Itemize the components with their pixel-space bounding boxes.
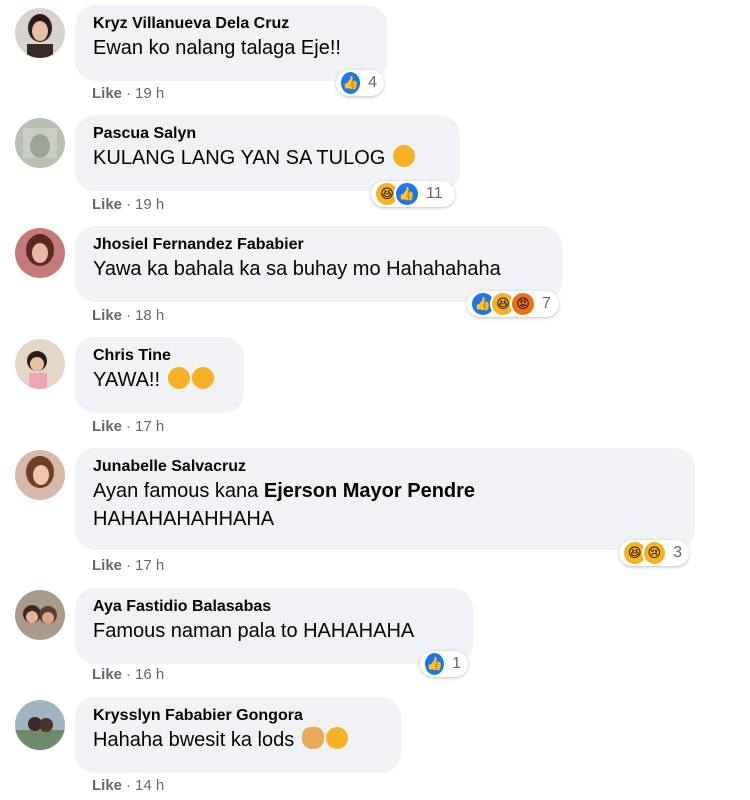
comment-text: Famous naman pala to HAHAHAHA [93,620,415,642]
comment-bubble: Aya Fastidio Balasabas Famous naman pala… [75,588,473,664]
comment-meta: Like · 17 h [92,557,164,574]
comment-text: Hahaha bwesit ka lods [93,726,383,754]
like-link[interactable]: Like [92,777,122,794]
comment-text-line2: HAHAHAHAHHAHA [93,508,275,530]
rolling-on-floor-laughing-icon [167,367,190,389]
comment-meta: Like · 19 h [92,85,164,102]
avatar[interactable] [15,590,65,640]
angry-face-icon: 😡 [510,291,536,317]
comment-author[interactable]: Jhosiel Fernandez Fababier [93,235,544,255]
reaction-count: 11 [426,185,443,202]
avatar[interactable] [15,339,65,389]
comment-text: Ayan famous kana Ejerson Mayor Pendre [93,477,677,505]
timestamp[interactable]: 17 h [135,557,164,574]
thumbs-up-icon: 👍 [394,181,420,207]
comment-meta: Like · 17 h [92,418,164,435]
separator: · [126,85,132,102]
like-link[interactable]: Like [92,307,122,324]
comment-bubble: Krysslyn Fababier Gongora Hahaha bwesit … [75,697,401,773]
comment-meta: Like · 14 h [92,777,164,794]
comment-author[interactable]: Junabelle Salvacruz [93,457,677,477]
reaction-summary[interactable]: 😆 👍 11 [371,181,455,207]
rolling-on-floor-laughing-icon [325,727,348,749]
timestamp[interactable]: 18 h [135,307,164,324]
timestamp[interactable]: 14 h [135,777,164,794]
like-link[interactable]: Like [92,85,122,102]
timestamp[interactable]: 17 h [135,418,164,435]
reaction-count: 3 [673,544,682,561]
comment-text-content: Ayan famous kana [93,480,259,502]
thumbs-up-icon: 👍 [339,70,363,96]
comment-text-content: Hahaha bwesit ka lods [93,729,295,751]
separator: · [126,307,132,324]
comment-text-content: YAWA!! [93,369,161,391]
comment-text: Yawa ka bahala ka sa buhay mo Hahahahaha [93,258,501,280]
comment-text-content: KULANG LANG YAN SA TULOG [93,147,386,169]
laughing-face-icon [392,145,415,167]
comment-meta: Like · 18 h [92,307,164,324]
reaction-summary[interactable]: 😆 😢 3 [619,540,689,566]
like-link[interactable]: Like [92,666,122,683]
separator: · [126,777,132,794]
comment-author[interactable]: Aya Fastidio Balasabas [93,597,455,617]
comment-author[interactable]: Chris Tine [93,346,226,366]
like-link[interactable]: Like [92,418,122,435]
separator: · [126,666,132,683]
avatar[interactable] [15,450,65,500]
separator: · [126,418,132,435]
timestamp[interactable]: 16 h [135,666,164,683]
like-link[interactable]: Like [92,196,122,213]
comment-bubble: Kryz Villanueva Dela Cruz Ewan ko nalang… [75,5,387,81]
avatar[interactable] [15,228,65,278]
comment-bubble: Chris Tine YAWA!! [75,337,244,413]
reaction-count: 1 [452,655,461,672]
avatar[interactable] [15,8,65,58]
like-link[interactable]: Like [92,557,122,574]
reaction-summary[interactable]: 👍 😆 😡 7 [467,291,559,317]
reaction-summary[interactable]: 👍 4 [336,70,384,96]
separator: · [126,196,132,213]
comment-bubble: Junabelle Salvacruz Ayan famous kana Eje… [75,448,695,550]
comment-author[interactable]: Krysslyn Fababier Gongora [93,706,383,726]
reaction-count: 4 [368,74,377,91]
rolling-on-floor-laughing-icon [191,367,214,389]
person-facepalming-icon [301,727,324,749]
thumbs-up-icon: 👍 [423,651,447,677]
mention-link[interactable]: Ejerson Mayor Pendre [264,480,475,502]
avatar[interactable] [15,118,65,168]
timestamp[interactable]: 19 h [135,196,164,213]
crying-face-icon: 😢 [641,540,668,566]
comment-meta: Like · 19 h [92,196,164,213]
timestamp[interactable]: 19 h [135,85,164,102]
comment-bubble: Pascua Salyn KULANG LANG YAN SA TULOG [75,115,460,191]
comment-text: Ewan ko nalang talaga Eje!! [93,37,341,59]
comment-text: YAWA!! [93,366,226,394]
comment-author[interactable]: Pascua Salyn [93,124,442,144]
reaction-summary[interactable]: 👍 1 [420,651,468,677]
comment-text: KULANG LANG YAN SA TULOG [93,144,442,172]
avatar[interactable] [15,700,65,750]
comment-meta: Like · 16 h [92,666,164,683]
comment-author[interactable]: Kryz Villanueva Dela Cruz [93,14,369,34]
separator: · [126,557,132,574]
reaction-count: 7 [542,295,551,312]
